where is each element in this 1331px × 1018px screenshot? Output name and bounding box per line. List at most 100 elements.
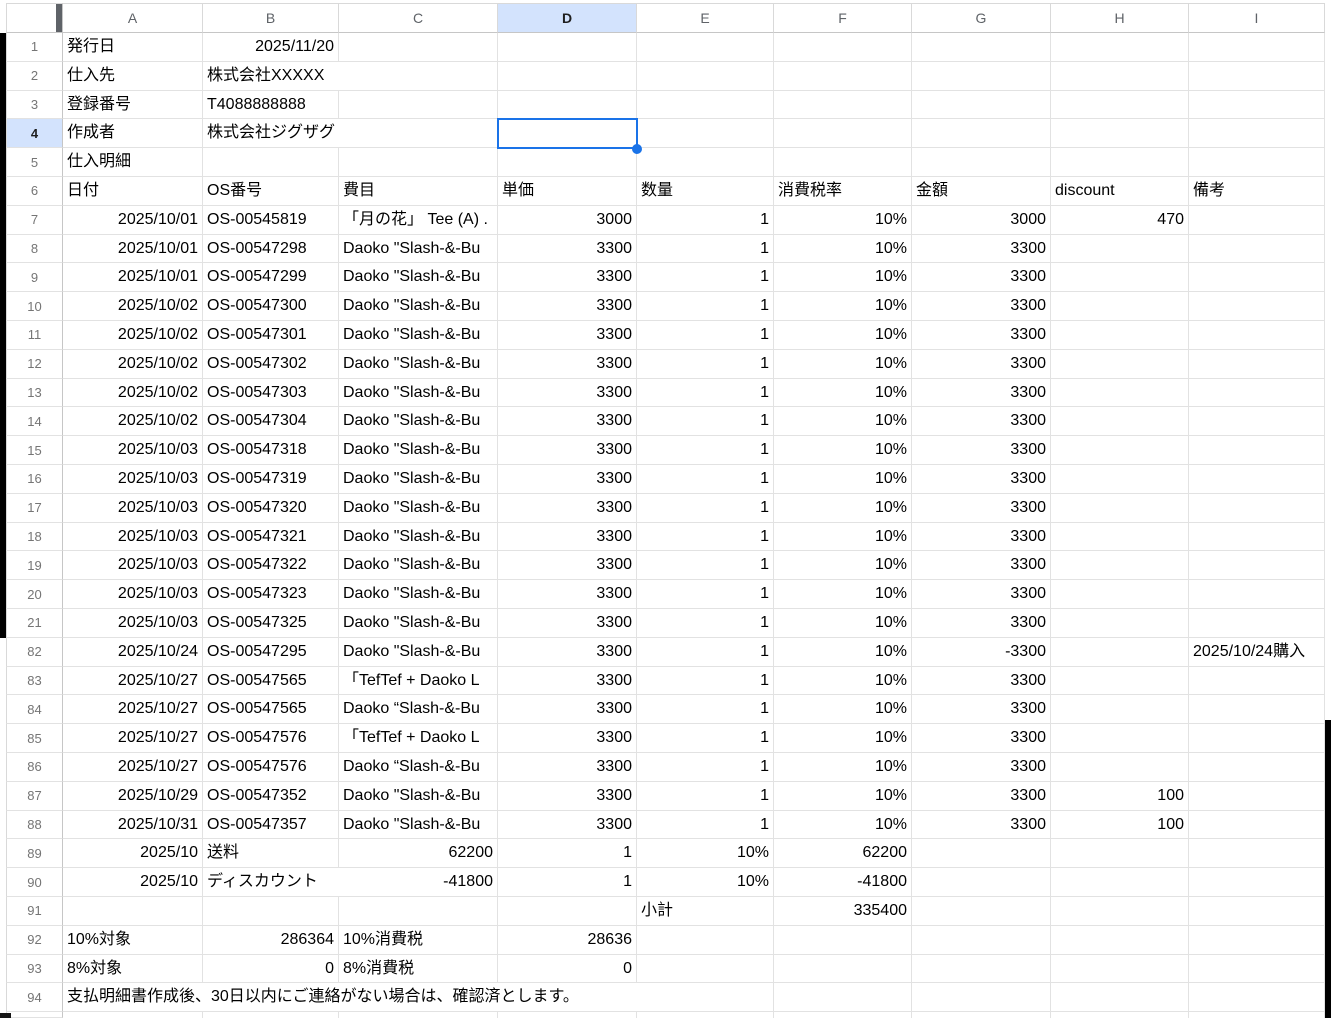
cell-A18[interactable]: 2025/10/03 [63, 522, 203, 552]
cell-B9[interactable]: OS-00547299 [203, 263, 339, 293]
select-all-corner[interactable] [6, 3, 63, 33]
cell-D83[interactable]: 3300 [498, 666, 637, 696]
cell-C20[interactable]: Daoko "Slash-&-Bu [339, 580, 498, 609]
cell-G19[interactable]: 3300 [912, 551, 1051, 581]
cell-D1[interactable] [498, 33, 637, 62]
cell-F2[interactable] [774, 61, 912, 91]
row-header-5[interactable]: 5 [6, 148, 63, 177]
cell-C84[interactable]: Daoko “Slash-&-Bu [339, 695, 498, 725]
column-header-H[interactable]: H [1051, 3, 1189, 33]
cell-A21[interactable]: 2025/10/03 [63, 608, 203, 638]
column-header-C[interactable]: C [339, 3, 498, 33]
cell-C21[interactable]: Daoko "Slash-&-Bu [339, 608, 498, 638]
cell-G5[interactable] [912, 148, 1051, 177]
cell-D88[interactable]: 3300 [498, 810, 637, 840]
cell-C90[interactable]: -41800 [339, 868, 498, 897]
cell-G8[interactable]: 3300 [912, 234, 1051, 264]
cell-H88[interactable]: 100 [1051, 810, 1189, 840]
cell-D84[interactable]: 3300 [498, 695, 637, 725]
cell-G16[interactable]: 3300 [912, 464, 1051, 494]
cell-G89[interactable] [912, 839, 1051, 869]
cell-D89[interactable]: 1 [498, 839, 637, 869]
cell-B17[interactable]: OS-00547320 [203, 493, 339, 523]
cell-F21[interactable]: 10% [774, 608, 912, 638]
cell-C88[interactable]: Daoko "Slash-&-Bu [339, 810, 498, 840]
cell-C1[interactable] [339, 33, 498, 62]
cell-D2[interactable] [498, 61, 637, 91]
cell-F83[interactable]: 10% [774, 666, 912, 696]
column-header-G[interactable]: G [912, 3, 1051, 33]
cell-D20[interactable]: 3300 [498, 580, 637, 609]
cell-A6[interactable]: 日付 [63, 176, 203, 206]
cell-D15[interactable]: 3300 [498, 436, 637, 465]
cell-G11[interactable]: 3300 [912, 320, 1051, 350]
cell-B8[interactable]: OS-00547298 [203, 234, 339, 264]
cell-A3[interactable]: 登録番号 [63, 90, 203, 120]
cell-H18[interactable] [1051, 522, 1189, 552]
cell-F6[interactable]: 消費税率 [774, 176, 912, 206]
cell-E14[interactable]: 1 [637, 407, 774, 437]
cell-B87[interactable]: OS-00547352 [203, 781, 339, 811]
cell-B82[interactable]: OS-00547295 [203, 637, 339, 667]
cell-I84[interactable] [1189, 695, 1325, 725]
cell-E90[interactable]: 10% [637, 868, 774, 897]
cell-A10[interactable]: 2025/10/02 [63, 292, 203, 321]
row-header-20[interactable]: 20 [6, 580, 63, 609]
cell-G3[interactable] [912, 90, 1051, 120]
cell-G91[interactable] [912, 896, 1051, 926]
cell-F16[interactable]: 10% [774, 464, 912, 494]
cell-I16[interactable] [1189, 464, 1325, 494]
cell-I91[interactable] [1189, 896, 1325, 926]
cell-C4[interactable] [339, 119, 498, 149]
cell-G12[interactable]: 3300 [912, 349, 1051, 379]
cell-B95[interactable] [203, 1012, 339, 1018]
row-header-2[interactable]: 2 [6, 61, 63, 91]
cell-F84[interactable]: 10% [774, 695, 912, 725]
cell-D13[interactable]: 3300 [498, 378, 637, 408]
cell-B10[interactable]: OS-00547300 [203, 292, 339, 321]
row-header-9[interactable]: 9 [6, 263, 63, 293]
cell-G95[interactable] [912, 1012, 1051, 1018]
cell-H85[interactable] [1051, 724, 1189, 753]
cell-D3[interactable] [498, 90, 637, 120]
cell-D93[interactable]: 0 [498, 954, 637, 984]
row-header-95[interactable] [6, 1012, 63, 1018]
cell-B88[interactable]: OS-00547357 [203, 810, 339, 840]
cell-D9[interactable]: 3300 [498, 263, 637, 293]
row-header-82[interactable]: 82 [6, 637, 63, 667]
cell-I88[interactable] [1189, 810, 1325, 840]
row-header-4[interactable]: 4 [6, 119, 63, 149]
cell-E3[interactable] [637, 90, 774, 120]
cell-I89[interactable] [1189, 839, 1325, 869]
cell-I18[interactable] [1189, 522, 1325, 552]
cell-A1[interactable]: 発行日 [63, 33, 203, 62]
cell-C6[interactable]: 費目 [339, 176, 498, 206]
cell-B13[interactable]: OS-00547303 [203, 378, 339, 408]
cell-E13[interactable]: 1 [637, 378, 774, 408]
cell-D82[interactable]: 3300 [498, 637, 637, 667]
cell-H89[interactable] [1051, 839, 1189, 869]
cell-F10[interactable]: 10% [774, 292, 912, 321]
cell-H15[interactable] [1051, 436, 1189, 465]
cell-G86[interactable]: 3300 [912, 752, 1051, 782]
freeze-pane-bar[interactable] [56, 4, 62, 32]
cell-G84[interactable]: 3300 [912, 695, 1051, 725]
cell-E4[interactable] [637, 119, 774, 149]
cell-E18[interactable]: 1 [637, 522, 774, 552]
cell-F5[interactable] [774, 148, 912, 177]
cell-B85[interactable]: OS-00547576 [203, 724, 339, 753]
cell-B21[interactable]: OS-00547325 [203, 608, 339, 638]
column-header-F[interactable]: F [774, 3, 912, 33]
cell-H14[interactable] [1051, 407, 1189, 437]
cell-F82[interactable]: 10% [774, 637, 912, 667]
cell-D21[interactable]: 3300 [498, 608, 637, 638]
row-header-11[interactable]: 11 [6, 320, 63, 350]
cell-H13[interactable] [1051, 378, 1189, 408]
cell-G90[interactable] [912, 868, 1051, 897]
cell-C89[interactable]: 62200 [339, 839, 498, 869]
cell-G10[interactable]: 3300 [912, 292, 1051, 321]
cell-F1[interactable] [774, 33, 912, 62]
cell-A9[interactable]: 2025/10/01 [63, 263, 203, 293]
cell-G14[interactable]: 3300 [912, 407, 1051, 437]
cell-G93[interactable] [912, 954, 1051, 984]
